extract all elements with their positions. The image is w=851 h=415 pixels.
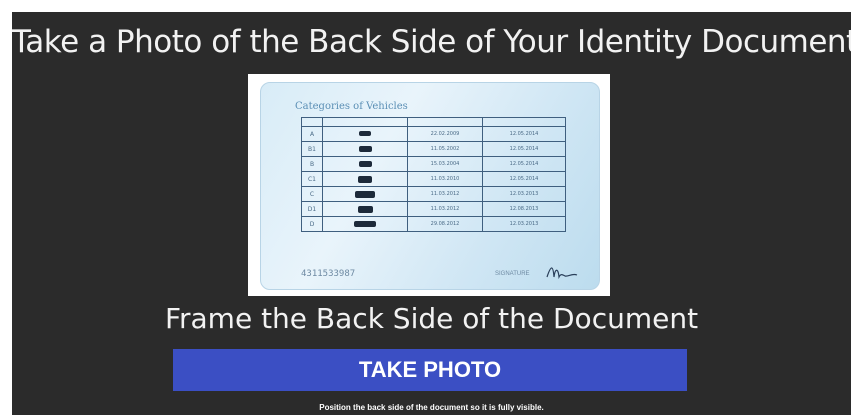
category-code: B xyxy=(301,156,323,172)
table-row: C1 11.03.2010 12.05.2014 xyxy=(301,171,566,187)
table-row: B 15.03.2004 12.05.2014 xyxy=(301,156,566,172)
camera-frame: Take a Photo of the Back Side of Your Id… xyxy=(12,12,851,415)
column-header xyxy=(322,117,408,127)
column-header xyxy=(407,117,483,127)
valid-to: 12.08.2013 xyxy=(482,201,566,217)
valid-to: 12.03.2013 xyxy=(482,186,566,202)
table-row: A 22.02.2009 12.05.2014 xyxy=(301,126,566,142)
table-header-row xyxy=(301,117,566,127)
car-icon xyxy=(358,145,372,152)
valid-from: 11.03.2010 xyxy=(407,171,483,187)
signature-icon xyxy=(546,267,578,280)
positioning-hint: Position the back side of the document s… xyxy=(319,403,544,412)
valid-from: 11.05.2002 xyxy=(407,141,483,157)
table-row: B1 11.05.2002 12.05.2014 xyxy=(301,141,566,157)
valid-from: 22.02.2009 xyxy=(407,126,483,142)
valid-to: 12.05.2014 xyxy=(482,141,566,157)
column-header xyxy=(301,117,323,127)
valid-to: 12.03.2013 xyxy=(482,216,566,232)
document-heading: Categories of Vehicles xyxy=(295,101,408,112)
category-code: D xyxy=(301,216,323,232)
table-row: D 29.08.2012 12.03.2013 xyxy=(301,216,566,232)
instruction-subtitle: Frame the Back Side of the Document xyxy=(164,302,699,335)
document-card: Categories of Vehicles A 22.02.2009 12.0… xyxy=(260,82,600,290)
category-code: B1 xyxy=(301,141,323,157)
category-code: C1 xyxy=(301,171,323,187)
valid-from: 15.03.2004 xyxy=(407,156,483,172)
bus-icon xyxy=(354,220,376,227)
truck-icon xyxy=(355,190,375,198)
truck-icon xyxy=(358,175,372,183)
valid-to: 12.05.2014 xyxy=(482,126,566,142)
category-code: A xyxy=(301,126,323,142)
valid-from: 11.03.2012 xyxy=(407,186,483,202)
column-header xyxy=(482,117,566,127)
vehicle-categories-table: A 22.02.2009 12.05.2014 B1 11.05.2002 12… xyxy=(301,117,566,232)
take-photo-button[interactable]: TAKE PHOTO xyxy=(173,349,687,391)
car-icon xyxy=(358,160,372,167)
van-icon xyxy=(357,205,373,213)
valid-to: 12.05.2014 xyxy=(482,156,566,172)
valid-to: 12.05.2014 xyxy=(482,171,566,187)
page-title: Take a Photo of the Back Side of Your Id… xyxy=(12,24,851,60)
signature-label: SIGNATURE xyxy=(495,271,530,277)
category-code: D1 xyxy=(301,201,323,217)
category-code: C xyxy=(301,186,323,202)
document-preview: Categories of Vehicles A 22.02.2009 12.0… xyxy=(248,74,610,296)
document-number: 4311533987 xyxy=(301,269,356,279)
valid-from: 29.08.2012 xyxy=(407,216,483,232)
valid-from: 11.03.2012 xyxy=(407,201,483,217)
motorcycle-icon xyxy=(359,131,371,136)
table-row: C 11.03.2012 12.03.2013 xyxy=(301,186,566,202)
table-row: D1 11.03.2012 12.08.2013 xyxy=(301,201,566,217)
